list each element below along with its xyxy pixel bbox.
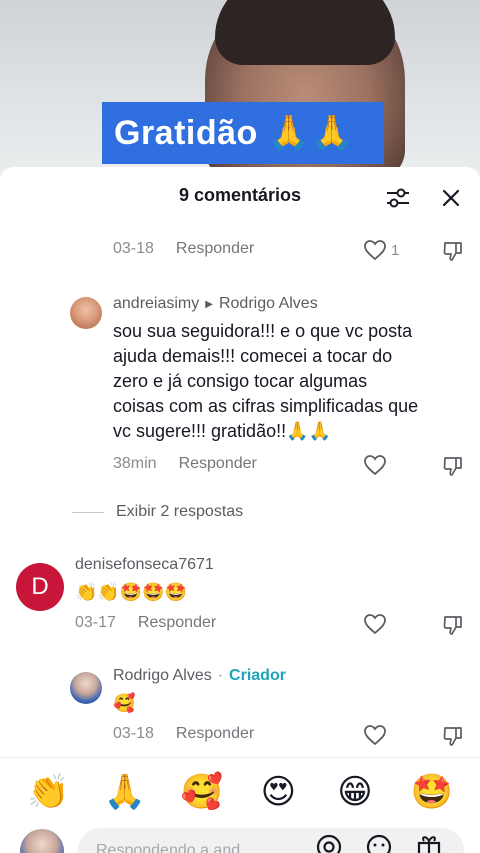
comment-line: coisas com as cifras simplificadas que: [113, 396, 419, 416]
video-caption: Gratidão 🙏🙏: [102, 102, 384, 164]
mention-icon[interactable]: [314, 832, 344, 853]
comment-author: andreiasimy ▶ Rodrigo Alves: [113, 295, 318, 313]
filter-button[interactable]: [384, 185, 412, 211]
emoji-button[interactable]: 🤩: [405, 772, 459, 812]
divider-line: [72, 511, 104, 513]
emoji-button[interactable]: 😍: [251, 772, 305, 812]
reply-button[interactable]: Responder: [176, 240, 254, 258]
like-button[interactable]: [363, 454, 387, 476]
author-name[interactable]: Rodrigo Alves: [113, 667, 212, 685]
heart-icon: [364, 614, 386, 635]
comment-meta: 38min Responder: [113, 455, 257, 473]
comment-line: vc sugere!!! gratidão!!🙏🙏: [113, 421, 331, 441]
dislike-icon[interactable]: [442, 614, 464, 636]
avatar[interactable]: [70, 672, 102, 704]
comment-text: 👏👏🤩🤩🤩: [75, 582, 188, 602]
video-person-hair: [215, 0, 395, 65]
comment-meta: 03-18 Responder: [113, 240, 254, 258]
reply-button[interactable]: Responder: [138, 614, 216, 632]
reply-button[interactable]: Responder: [179, 455, 257, 473]
comment-meta: 03-18 Responder: [113, 725, 254, 743]
view-replies-label: Exibir 2 respostas: [116, 503, 244, 520]
comment-input-row: Respondendo a and...: [0, 825, 480, 853]
comment-author: denisefonseca7671: [75, 556, 214, 574]
emoji-quick-bar: 👏 🙏 🥰 😍 😁 🤩: [0, 757, 480, 825]
dislike-icon[interactable]: [442, 725, 464, 747]
gift-icon[interactable]: [414, 832, 444, 853]
like-count: 1: [391, 241, 400, 259]
emoji-button[interactable]: 🥰: [175, 772, 229, 812]
reply-arrow-icon: ▶: [205, 298, 213, 310]
comment-text: sou sua seguidora!!! e o que vc posta aj…: [113, 319, 473, 444]
dislike-icon[interactable]: [442, 455, 464, 477]
like-button[interactable]: 1: [363, 239, 399, 261]
close-button[interactable]: [440, 187, 462, 209]
comment-line: sou sua seguidora!!! e o que vc posta: [113, 321, 413, 341]
separator-dot: ·: [217, 667, 224, 684]
comment-time: 03-18: [113, 240, 154, 257]
comments-sheet: 9 comentários 03-18 Responder 1 andreias…: [0, 167, 480, 853]
author-name[interactable]: denisefonseca7671: [75, 556, 214, 574]
emoji-button[interactable]: 👏: [21, 772, 75, 812]
comment-line: ajuda demais!!! comecei a tocar do: [113, 346, 393, 366]
view-replies-button[interactable]: Exibir 2 respostas: [72, 503, 243, 521]
like-button[interactable]: [363, 613, 387, 635]
comment-line: zero e já consigo tocar algumas: [113, 371, 368, 391]
user-avatar: [20, 829, 64, 853]
author-name[interactable]: andreiasimy: [113, 295, 199, 313]
dislike-icon[interactable]: [442, 240, 464, 262]
comment-meta: 03-17 Responder: [75, 614, 216, 632]
comment-text: 🥰: [113, 693, 136, 713]
comment-time: 38min: [113, 455, 157, 472]
avatar-letter: D: [31, 573, 49, 600]
heart-icon: [364, 240, 386, 261]
comment-time: 03-17: [75, 614, 116, 631]
reply-to-name[interactable]: Rodrigo Alves: [219, 295, 318, 313]
comment-author: Rodrigo Alves · Criador: [113, 667, 286, 685]
sheet-header: 9 comentários: [0, 167, 480, 223]
emoji-button[interactable]: 🙏: [98, 772, 152, 812]
avatar[interactable]: D: [16, 563, 64, 611]
like-button[interactable]: [363, 724, 387, 746]
comment-time: 03-18: [113, 725, 154, 742]
sliders-icon: [387, 188, 409, 208]
creator-badge: Criador: [229, 667, 286, 684]
avatar[interactable]: [70, 297, 102, 329]
input-actions: [314, 832, 444, 853]
heart-icon: [364, 455, 386, 476]
heart-icon: [364, 725, 386, 746]
close-icon: [442, 189, 460, 207]
emoji-icon[interactable]: [364, 832, 394, 853]
emoji-button[interactable]: 😁: [328, 772, 382, 812]
reply-button[interactable]: Responder: [176, 725, 254, 743]
